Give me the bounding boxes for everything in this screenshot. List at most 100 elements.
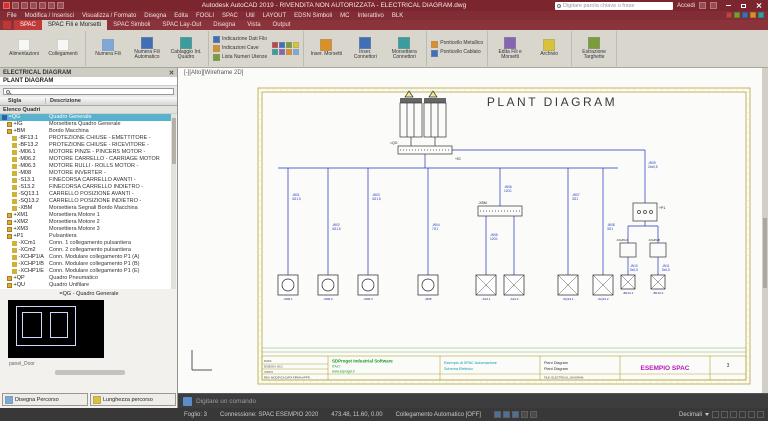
tree-row[interactable]: -M06.3MOTORE RULLI - ROLLS MOTOR - bbox=[0, 163, 171, 170]
mini-tool-icon[interactable] bbox=[293, 49, 299, 55]
close-button[interactable] bbox=[751, 0, 766, 11]
menu-layout[interactable]: LAYOUT bbox=[259, 13, 291, 19]
new-icon[interactable] bbox=[12, 2, 19, 9]
column-descrizione[interactable]: Descrizione bbox=[46, 98, 177, 104]
isolate-objects-icon[interactable] bbox=[748, 411, 755, 418]
tool-ponticello-cablato[interactable]: Ponticello Cablato bbox=[431, 50, 483, 57]
menu-edita[interactable]: Edita bbox=[170, 13, 192, 19]
sign-in-button[interactable]: Accedi bbox=[677, 3, 695, 9]
save-icon[interactable] bbox=[30, 2, 37, 9]
autocad-logo-icon[interactable] bbox=[3, 2, 10, 9]
status-item[interactable]: Collegamento Automatico [OFF] bbox=[396, 412, 481, 418]
menu-fogli[interactable]: FOGLI bbox=[192, 13, 218, 19]
tree-row[interactable]: +P1Pulsantiera bbox=[0, 233, 171, 240]
annotation-monitor-icon[interactable] bbox=[739, 411, 746, 418]
status-item[interactable]: 473.48, 11.60, 0.00 bbox=[331, 412, 382, 418]
drawing-viewport[interactable]: [-][Alto][Wireframe 2D] PLANT DIAGRAM bbox=[178, 68, 762, 393]
command-prompt[interactable]: Digitare un comando bbox=[196, 398, 256, 405]
tree-group-header[interactable]: Elenco Quadri bbox=[0, 106, 177, 114]
status-item[interactable]: Connessione: SPAC ESEMPIO 2020 bbox=[220, 412, 318, 418]
help-search-input[interactable]: Digitare parola chiave o frase bbox=[555, 2, 673, 10]
tree-row[interactable]: -XCm2Conn. 2 collegamento pulsantiera bbox=[0, 247, 171, 254]
mini-tool-icon[interactable] bbox=[279, 42, 285, 48]
tree-row[interactable]: -SQ13.1CARRELLO POSIZIONE AVANTI - bbox=[0, 191, 171, 198]
undo-icon[interactable] bbox=[48, 2, 55, 9]
tree-row[interactable]: +XM3Morsettiera Motore 3 bbox=[0, 226, 171, 233]
chevron-down-icon[interactable] bbox=[705, 413, 709, 416]
tree-row[interactable]: -S13.2FINECORSA CARRELLO INDIETRO - bbox=[0, 184, 171, 191]
menu-modifica-inserisci[interactable]: Modifica / Inserisci bbox=[21, 13, 78, 19]
menu-spac[interactable]: SPAC bbox=[218, 13, 242, 19]
tool-collegamenti[interactable]: Collegamenti bbox=[45, 39, 81, 57]
mini-tool-icon[interactable] bbox=[279, 49, 285, 55]
tree-row[interactable]: +QUQuadro Unifilare bbox=[0, 282, 171, 289]
preview-scrollbar[interactable] bbox=[55, 370, 125, 375]
command-tools-icon[interactable] bbox=[183, 397, 192, 406]
maximize-button[interactable] bbox=[736, 0, 751, 11]
menu-edsn-simboli[interactable]: EDSN Simboli bbox=[290, 13, 336, 19]
grid-icon[interactable] bbox=[503, 411, 510, 418]
tree-row[interactable]: +BMBordo Macchina bbox=[0, 128, 171, 135]
status-item[interactable]: Foglio: 3 bbox=[184, 412, 207, 418]
tool-inser-morsetti[interactable]: Inser. Morsetti bbox=[308, 39, 344, 57]
help-icon[interactable] bbox=[710, 2, 717, 9]
osnap-icon[interactable] bbox=[530, 411, 537, 418]
ribbon-tab-spac-fili-e-morsetti[interactable]: SPAC Fili e Morsetti bbox=[42, 20, 107, 30]
panel-preview-image[interactable] bbox=[8, 300, 104, 358]
ribbon-tab-spac-lay-out[interactable]: SPAC Lay-Out bbox=[156, 20, 207, 30]
menu-disegna[interactable]: Disegna bbox=[140, 13, 170, 19]
menu-file[interactable]: File bbox=[3, 13, 21, 19]
tool-ponticello-metallico[interactable]: Ponticello Metallico bbox=[431, 41, 483, 48]
tree-row[interactable]: +XM1Morsettiera Motore 1 bbox=[0, 212, 171, 219]
command-line[interactable]: Digitare un comando bbox=[178, 393, 768, 408]
scrollbar-thumb[interactable] bbox=[172, 118, 176, 164]
ribbon-tab-vista[interactable]: Vista bbox=[241, 20, 266, 30]
units-selector[interactable]: Decimali bbox=[679, 412, 702, 418]
tool-numera-fili[interactable]: Numera Fili bbox=[90, 39, 126, 57]
autodesk-app-store-icon[interactable] bbox=[699, 2, 706, 9]
toolbar-icon[interactable] bbox=[742, 12, 748, 18]
tree-row[interactable]: -SQ13.2CARRELLO POSIZIONE INDIETRO - bbox=[0, 198, 171, 205]
menu-util[interactable]: Util bbox=[242, 13, 259, 19]
tree-row[interactable]: +IGMorsettiera Quadro Generale bbox=[0, 121, 171, 128]
annotation-scale-icon[interactable] bbox=[721, 411, 728, 418]
menu-blk[interactable]: BLK bbox=[388, 13, 407, 19]
palette-title-bar[interactable]: ELECTRICAL DIAGRAM bbox=[0, 68, 177, 77]
minimize-button[interactable] bbox=[721, 0, 736, 11]
toolbar-icon[interactable] bbox=[758, 12, 764, 18]
tree-row[interactable]: -XCm1Conn. 1 collegamento pulsantiera bbox=[0, 240, 171, 247]
path-length-button[interactable]: Lunghezza percorso bbox=[90, 393, 176, 406]
column-sigla[interactable]: Sigla bbox=[0, 98, 46, 104]
mini-tool-icon[interactable] bbox=[272, 49, 278, 55]
tree-row[interactable]: -XBMMorsettiera Segnali Bordo Macchina bbox=[0, 205, 171, 212]
canvas-scrollbar[interactable] bbox=[762, 68, 768, 393]
tree-row[interactable]: -BF13.1PROTEZIONE CHIUSE - EMETTITORE - bbox=[0, 135, 171, 142]
tree-row[interactable]: -M08MOTORE INVERTER - bbox=[0, 170, 171, 177]
tree-scrollbar[interactable] bbox=[171, 114, 176, 289]
ribbon-tab-disegna[interactable]: Disegna bbox=[207, 20, 241, 30]
tree-row[interactable]: -M06.2MOTORE CARRELLO - CARRIAGE MOTOR bbox=[0, 156, 171, 163]
tool-lista-numeri[interactable]: Lista Numeri Utenze bbox=[213, 54, 267, 61]
tool-edita-fili-morsetti[interactable]: Edita Fili e Morsetti bbox=[492, 37, 528, 61]
tree-row[interactable]: +XM2Morsettiera Motore 2 bbox=[0, 219, 171, 226]
ribbon-tab-output[interactable]: Output bbox=[267, 20, 297, 30]
tool-morsettiera-connettori[interactable]: Morsettiera Connettori bbox=[386, 37, 422, 61]
mini-tool-icon[interactable] bbox=[272, 42, 278, 48]
viewport-controls[interactable]: [-][Alto][Wireframe 2D] bbox=[184, 70, 243, 76]
redo-icon[interactable] bbox=[57, 2, 64, 9]
tree-row[interactable]: +QPQuadro Pneumatico bbox=[0, 275, 171, 282]
tool-inser-connettori[interactable]: Inser. Connettori bbox=[347, 37, 383, 61]
palette-search-box[interactable] bbox=[3, 88, 174, 95]
menu-visualizza-formato[interactable]: Visualizza / Formato bbox=[78, 13, 140, 19]
scrollbar-thumb[interactable] bbox=[763, 218, 767, 288]
print-icon[interactable] bbox=[39, 2, 46, 9]
tree-row[interactable]: -M06.1MOTORE PINZE - PINCERS MOTOR - bbox=[0, 149, 171, 156]
palette-search-input[interactable] bbox=[12, 89, 171, 95]
mini-tool-icon[interactable] bbox=[293, 42, 299, 48]
ortho-icon[interactable] bbox=[521, 411, 528, 418]
tree-row[interactable]: =QGQuadro Generale bbox=[0, 114, 171, 121]
model-icon[interactable] bbox=[494, 411, 501, 418]
snap-icon[interactable] bbox=[512, 411, 519, 418]
tool-indicazioni-cave[interactable]: Indicazioni Cave bbox=[213, 45, 267, 52]
tree-row[interactable]: -XCHP1/AConn. Modulare collegamento P1 (… bbox=[0, 254, 171, 261]
